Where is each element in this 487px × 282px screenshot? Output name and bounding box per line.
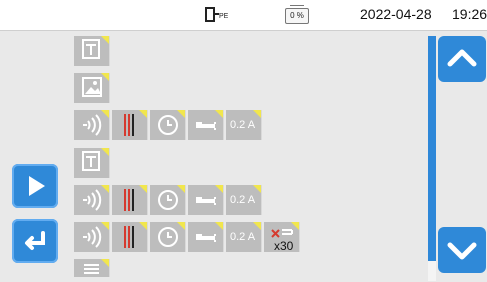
cable-tile[interactable] <box>112 222 148 252</box>
back-button[interactable] <box>12 219 58 263</box>
image-icon <box>82 77 102 97</box>
current-value-tile[interactable]: 0.2 A <box>226 185 262 215</box>
tester-screen: PE 0 % 2022-04-28 19:26 0.2 A 0.2 A 0.2 … <box>0 0 487 282</box>
date-text: 2022-04-28 <box>360 6 432 22</box>
play-button[interactable] <box>12 164 58 208</box>
text-icon <box>82 151 100 171</box>
chevron-down-icon <box>447 242 477 260</box>
measurement-tile[interactable] <box>74 110 110 140</box>
plug-tile[interactable] <box>188 185 224 215</box>
timer-tile[interactable] <box>150 185 186 215</box>
pe-connection-icon: PE <box>205 7 229 22</box>
current-value: 0.2 A <box>230 231 256 243</box>
cable-icon <box>124 114 134 136</box>
status-bar: PE 0 % 2022-04-28 19:26 <box>0 0 487 31</box>
plug-icon <box>196 122 216 130</box>
chevron-up-icon <box>447 49 477 67</box>
repeat-count: x30 <box>274 239 294 252</box>
plug-icon <box>196 234 216 242</box>
return-arrow-icon <box>25 231 45 250</box>
scroll-up-button[interactable] <box>438 36 486 82</box>
cable-icon <box>124 226 134 248</box>
current-value-tile[interactable]: 0.2 A <box>226 110 262 140</box>
text-step-tile[interactable] <box>74 36 110 66</box>
clock-icon <box>158 190 178 210</box>
timer-tile[interactable] <box>150 222 186 252</box>
plug-tile[interactable] <box>188 110 224 140</box>
time-text: 19:26 <box>452 6 487 22</box>
scrollbar-end <box>428 261 436 281</box>
partial-icon <box>84 264 99 274</box>
battery-indicator: 0 % <box>285 5 309 24</box>
clock-icon <box>158 227 178 247</box>
wireless-icon <box>83 114 102 136</box>
pe-label: PE <box>219 13 229 20</box>
current-value: 0.2 A <box>230 194 256 206</box>
cable-tile[interactable] <box>112 185 148 215</box>
cable-tile[interactable] <box>112 110 148 140</box>
clock-icon <box>158 115 178 135</box>
measurement-tile[interactable] <box>74 185 110 215</box>
plug-tile[interactable] <box>188 222 224 252</box>
cable-icon <box>124 189 134 211</box>
plug-icon <box>196 197 216 205</box>
current-value: 0.2 A <box>230 119 256 131</box>
wireless-icon <box>83 226 102 248</box>
text-icon <box>82 39 100 59</box>
scroll-down-button[interactable] <box>438 227 486 273</box>
partial-step-tile[interactable] <box>74 259 110 277</box>
program-editor: 0.2 A 0.2 A 0.2 A x30 <box>0 31 487 282</box>
measurement-tile[interactable] <box>74 222 110 252</box>
repeat-tile[interactable]: x30 <box>264 222 300 252</box>
timer-tile[interactable] <box>150 110 186 140</box>
wireless-icon <box>83 189 102 211</box>
scrollbar[interactable] <box>428 36 436 281</box>
image-step-tile[interactable] <box>74 73 110 103</box>
current-value-tile[interactable]: 0.2 A <box>226 222 262 252</box>
play-icon <box>29 176 45 196</box>
text-step-tile[interactable] <box>74 148 110 178</box>
